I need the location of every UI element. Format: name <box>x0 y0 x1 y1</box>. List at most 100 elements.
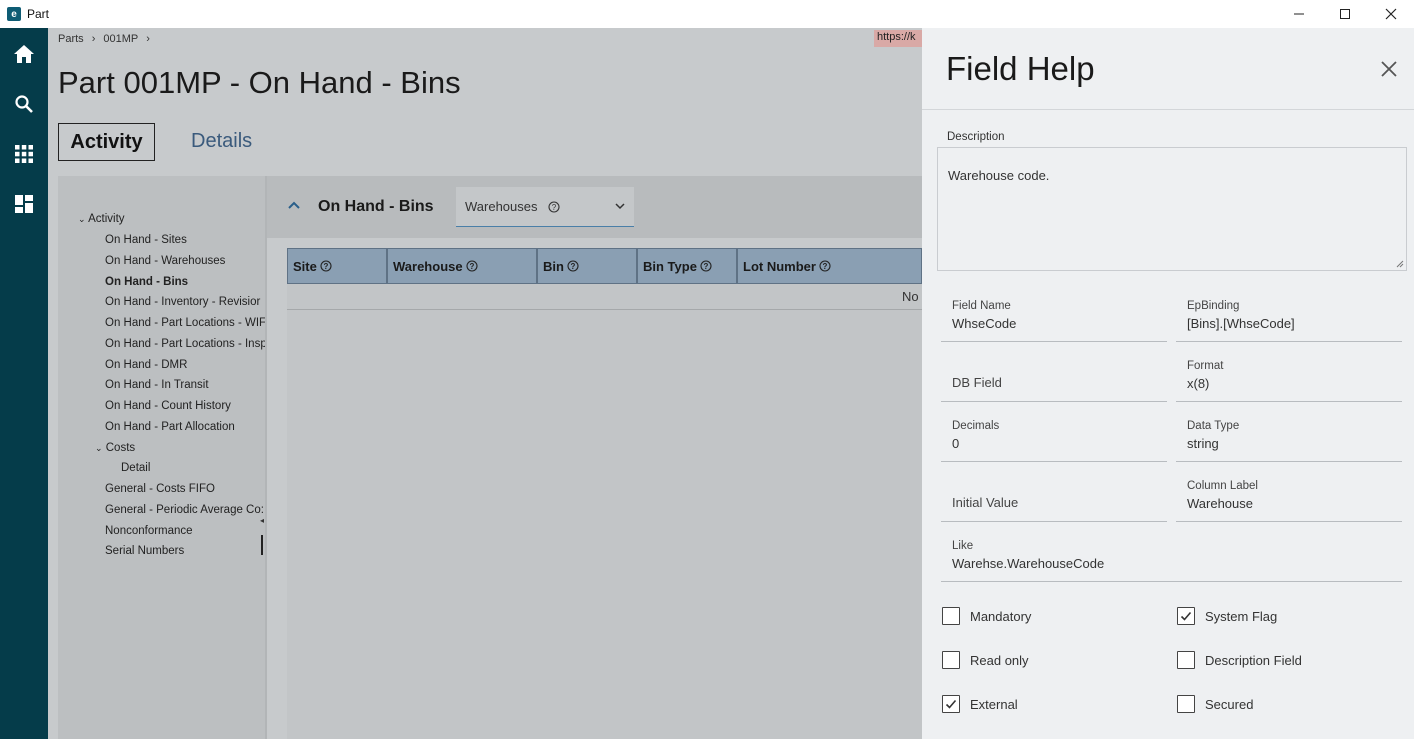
checkmark-icon <box>1180 611 1192 621</box>
field-label: Field Name <box>952 300 1011 312</box>
checkbox-label: Secured <box>1205 696 1254 712</box>
tree-item[interactable]: On Hand - Part Locations - Insp <box>105 338 267 350</box>
tree-item[interactable]: On Hand - Inventory - Revisior <box>105 296 260 308</box>
description-text: Warehouse code. <box>948 168 1050 183</box>
minimize-button[interactable] <box>1276 0 1322 28</box>
checkbox-box[interactable] <box>1177 651 1195 669</box>
column-header-bin[interactable]: Bin ? <box>537 248 637 284</box>
dashboard-icon <box>15 195 33 213</box>
description-textarea[interactable]: Warehouse code. <box>937 147 1407 271</box>
tab-details[interactable]: Details <box>191 130 252 153</box>
resize-grip-icon[interactable] <box>1396 260 1404 268</box>
tree-item[interactable]: On Hand - Part Locations - WIF <box>105 317 266 329</box>
format-field[interactable]: Format x(8) <box>1176 354 1402 402</box>
dashboard-button[interactable] <box>12 192 36 216</box>
checkbox-box[interactable] <box>1177 607 1195 625</box>
tree-item[interactable]: On Hand - Sites <box>105 234 187 246</box>
field-label: Column Label <box>1187 480 1258 492</box>
chevron-down-icon: ⌄ <box>95 443 103 453</box>
svg-text:?: ? <box>551 203 556 212</box>
warehouses-dropdown[interactable]: Warehouses ? <box>456 187 634 227</box>
page-title: Part 001MP - On Hand - Bins <box>58 65 461 100</box>
svg-text:?: ? <box>469 262 474 271</box>
column-header-lot-number[interactable]: Lot Number ? <box>737 248 922 284</box>
tree-item[interactable]: On Hand - In Transit <box>105 379 209 391</box>
help-circle-icon[interactable]: ? <box>466 260 478 272</box>
tree-item[interactable]: Detail <box>121 462 150 474</box>
data-type-field[interactable]: Data Type string <box>1176 414 1402 462</box>
home-button[interactable] <box>12 42 36 66</box>
chevron-up-icon[interactable] <box>287 198 301 212</box>
column-label: Bin <box>543 258 564 274</box>
system-flag-checkbox[interactable]: System Flag <box>1177 607 1277 625</box>
url-chip: https://k <box>874 30 922 47</box>
help-circle-icon[interactable]: ? <box>547 200 560 213</box>
decimals-field[interactable]: Decimals 0 <box>941 414 1167 462</box>
tree-item-label: Costs <box>105 442 136 454</box>
column-header-bin-type[interactable]: Bin Type ? <box>637 248 737 284</box>
collapse-tree-icon[interactable]: ◂ <box>260 516 264 525</box>
checkbox-box[interactable] <box>942 607 960 625</box>
checkbox-box[interactable] <box>942 695 960 713</box>
main-content: Parts › 001MP › https://k Part 001MP - O… <box>48 28 922 739</box>
help-circle-icon[interactable]: ? <box>819 260 831 272</box>
window-title: Part <box>27 7 50 21</box>
breadcrumb-separator: › <box>91 33 96 45</box>
tree-item[interactable]: Nonconformance <box>105 525 193 537</box>
close-window-button[interactable] <box>1368 0 1414 28</box>
close-icon[interactable] <box>1380 60 1398 78</box>
external-checkbox[interactable]: External <box>942 695 1018 713</box>
tree-group-costs[interactable]: ⌄ Costs <box>95 442 135 454</box>
db-field-field[interactable]: DB Field <box>941 354 1167 402</box>
column-label-field[interactable]: Column Label Warehouse <box>1176 474 1402 522</box>
like-field[interactable]: Like Warehse.WarehouseCode <box>941 534 1402 582</box>
maximize-button[interactable] <box>1322 0 1368 28</box>
checkbox-box[interactable] <box>1177 695 1195 713</box>
tree-item[interactable]: On Hand - Count History <box>105 400 231 412</box>
chevron-down-icon: ⌄ <box>78 214 86 224</box>
read-only-checkbox[interactable]: Read only <box>942 651 1029 669</box>
secured-checkbox[interactable]: Secured <box>1177 695 1253 713</box>
mandatory-checkbox[interactable]: Mandatory <box>942 607 1031 625</box>
tree-item[interactable]: Serial Numbers <box>105 545 184 557</box>
tree-item[interactable]: On Hand - Warehouses <box>105 255 225 267</box>
breadcrumb-part[interactable]: 001MP <box>103 33 138 45</box>
help-circle-icon[interactable]: ? <box>320 260 332 272</box>
help-circle-icon[interactable]: ? <box>700 260 712 272</box>
tree-item[interactable]: On Hand - Part Allocation <box>105 421 235 433</box>
breadcrumb-parts[interactable]: Parts <box>58 33 84 45</box>
field-label: Data Type <box>1187 420 1240 432</box>
tree-item[interactable]: General - Periodic Average Co: <box>105 504 264 516</box>
tree-item-selected[interactable]: On Hand - Bins <box>105 276 188 288</box>
tree-item[interactable]: General - Costs FIFO <box>105 483 215 495</box>
field-name-field[interactable]: Field Name WhseCode <box>941 294 1167 342</box>
column-header-warehouse[interactable]: Warehouse ? <box>387 248 537 284</box>
field-value: WhseCode <box>952 316 1017 331</box>
tree-root-activity[interactable]: ⌄ Activity <box>78 213 125 225</box>
maximize-icon <box>1340 9 1350 19</box>
checkbox-label: External <box>970 696 1018 712</box>
grid-area: Site ? Warehouse ? Bin ? Bin Type ? Lot … <box>267 238 922 739</box>
apps-button[interactable] <box>12 142 36 166</box>
panel-header: On Hand - Bins Warehouses ? <box>267 176 922 238</box>
breadcrumb-separator: › <box>146 33 150 45</box>
ep-binding-field[interactable]: EpBinding [Bins].[WhseCode] <box>1176 294 1402 342</box>
field-label: EpBinding <box>1187 300 1240 312</box>
breadcrumb: Parts › 001MP › <box>58 33 150 45</box>
description-field-checkbox[interactable]: Description Field <box>1177 651 1302 669</box>
svg-text:?: ? <box>571 262 576 271</box>
checkbox-box[interactable] <box>942 651 960 669</box>
column-header-site[interactable]: Site ? <box>287 248 387 284</box>
tree-resize-handle[interactable] <box>261 535 263 555</box>
app-logo-icon: e <box>7 7 21 21</box>
svg-text:?: ? <box>323 262 328 271</box>
close-icon <box>1385 8 1397 20</box>
help-circle-icon[interactable]: ? <box>567 260 579 272</box>
initial-value-field[interactable]: Initial Value <box>941 474 1167 522</box>
tree-item-label: Activity <box>88 213 125 225</box>
checkbox-label: Mandatory <box>970 608 1032 624</box>
search-button[interactable] <box>12 92 36 116</box>
search-icon <box>15 95 33 113</box>
tree-item[interactable]: On Hand - DMR <box>105 359 187 371</box>
tab-activity[interactable]: Activity <box>58 123 155 161</box>
